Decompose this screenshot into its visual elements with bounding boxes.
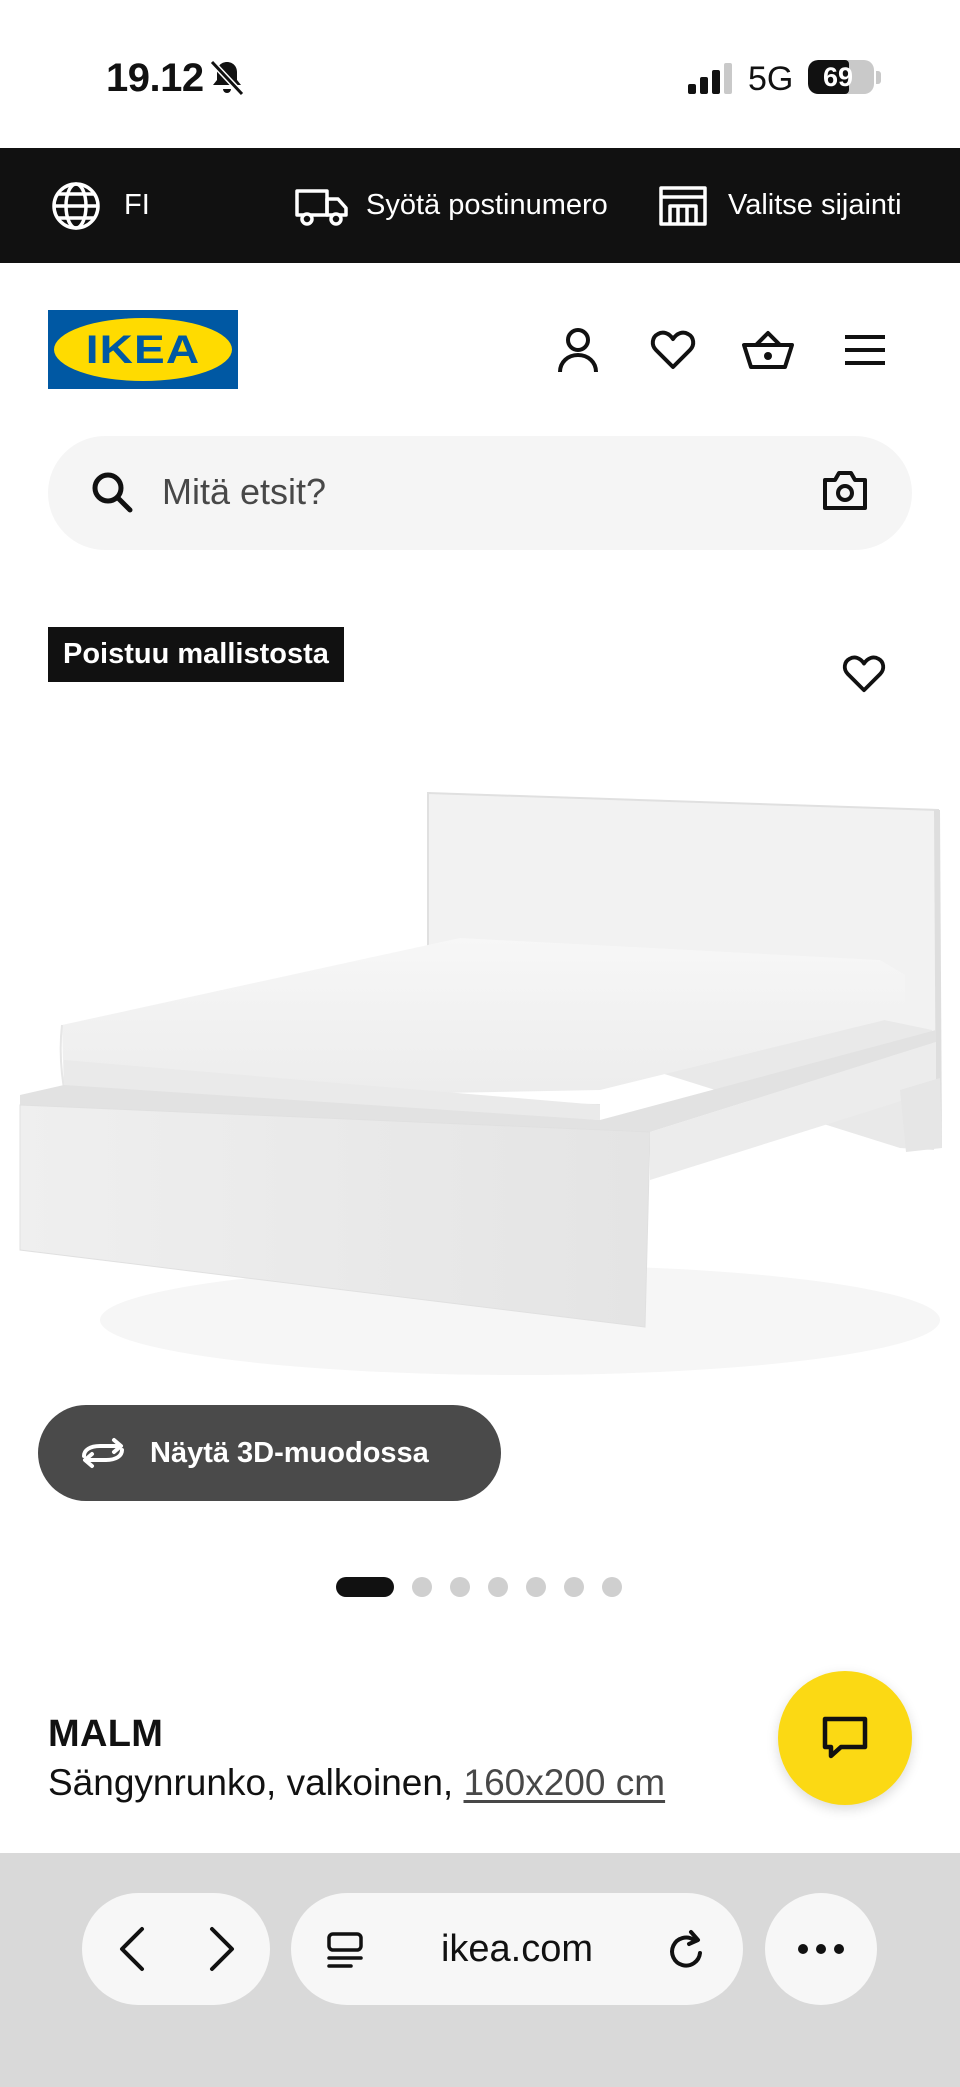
globe-icon [52, 181, 100, 230]
utility-bar: FI Syötä postinumero Valitse sijainti [0, 148, 960, 263]
navigation-pill [82, 1893, 270, 2005]
carousel-dot[interactable] [564, 1577, 584, 1597]
product-size-link[interactable]: 160x200 cm [464, 1762, 666, 1803]
menu-icon[interactable] [837, 322, 893, 378]
more-horizontal-icon [798, 1944, 844, 1954]
ikea-logo[interactable]: IKEA [48, 310, 238, 389]
battery-indicator: 69 [808, 60, 874, 94]
status-badge: Poistuu mallistosta [48, 627, 344, 682]
product-description-text: Sängynrunko, valkoinen, [48, 1762, 464, 1803]
status-bar: 19.12 5G 69 [0, 0, 960, 148]
delivery-truck-icon [295, 188, 348, 226]
language-label: FI [124, 189, 150, 221]
status-time: 19.12 [106, 56, 204, 100]
add-to-wishlist-button[interactable] [836, 646, 892, 702]
location-button[interactable]: Valitse sijainti [658, 148, 902, 263]
search-icon [92, 472, 133, 513]
location-label: Valitse sijainti [728, 189, 902, 221]
battery-tip [876, 71, 881, 84]
carousel-dot[interactable] [526, 1577, 546, 1597]
carousel-pagination[interactable] [336, 1577, 640, 1597]
store-icon [659, 185, 707, 226]
back-button[interactable] [108, 1925, 156, 1973]
carousel-dot[interactable] [602, 1577, 622, 1597]
camera-icon[interactable] [822, 468, 868, 512]
more-options-button[interactable] [765, 1893, 877, 2005]
forward-button[interactable] [198, 1925, 246, 1973]
basket-icon[interactable] [740, 322, 796, 378]
battery-level: 69 [822, 62, 854, 92]
carousel-dot[interactable] [412, 1577, 432, 1597]
reload-icon[interactable] [667, 1929, 707, 1971]
chat-icon [822, 1716, 868, 1759]
carousel-dot[interactable] [450, 1577, 470, 1597]
heart-icon[interactable] [645, 322, 701, 378]
product-description: Sängynrunko, valkoinen, 160x200 cm [48, 1762, 665, 1804]
heart-icon [842, 655, 886, 693]
product-name: MALM [48, 1713, 164, 1755]
search-input[interactable] [162, 464, 722, 520]
signal-icon [688, 63, 732, 94]
chevron-left-icon [120, 1927, 144, 1971]
chevron-right-icon [210, 1927, 234, 1971]
search-bar[interactable] [48, 436, 912, 550]
postcode-button[interactable]: Syötä postinumero [294, 148, 608, 263]
view-3d-label: Näytä 3D-muodossa [150, 1436, 429, 1469]
network-label: 5G [748, 60, 794, 98]
carousel-dot[interactable] [488, 1577, 508, 1597]
product-image[interactable] [0, 760, 960, 1400]
account-icon[interactable] [550, 322, 606, 378]
logo-text: IKEA [85, 328, 201, 372]
postcode-label: Syötä postinumero [366, 189, 608, 221]
rotate-3d-icon [82, 1438, 124, 1468]
language-selector[interactable]: FI [50, 148, 150, 263]
view-3d-button[interactable]: Näytä 3D-muodossa [38, 1405, 501, 1501]
carousel-dot-active[interactable] [336, 1577, 394, 1597]
chat-button[interactable] [778, 1671, 912, 1805]
bell-muted-icon [209, 59, 245, 97]
browser-toolbar: ikea.com [0, 1853, 960, 2087]
address-bar[interactable]: ikea.com [291, 1893, 743, 2005]
